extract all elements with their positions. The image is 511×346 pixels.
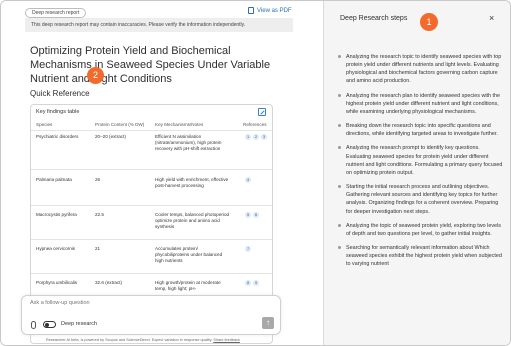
reference-link[interactable]: 4 [245,177,251,183]
bullet-icon [338,245,341,249]
cell-protein: 20–20 (extract) [95,134,126,139]
view-pdf-link[interactable]: View as PDF [248,7,292,14]
footer-text: Researcher AI beta, is powered by Scopus… [46,338,213,342]
reference-link[interactable]: 3 [261,134,267,140]
deep-research-label: Deep research [61,321,98,327]
disclaimer-banner: This deep research report may contain in… [25,18,293,32]
cell-protein: 32.6 (extract) [95,280,123,285]
cell-refs: 7 [245,246,272,252]
column-header-protein: Protein Content (% DW) [95,122,145,127]
cell-mechanism: High growth/protein at moderate temp, hi… [155,280,221,291]
header-divider [31,130,272,131]
follow-up-composer: Deep research ↑ [21,295,281,335]
arrow-up-icon: ↑ [266,318,270,327]
bullet-icon [338,223,341,227]
column-header-mechanisms: Key Mechanisms/Notes [155,122,204,127]
row-divider [31,239,272,240]
column-header-species: Species [36,122,53,127]
report-type-tag: Deep research report [25,8,87,18]
cell-refs: 8 9 [245,280,272,286]
deep-research-steps-panel: Deep Research steps 1 × Analyzing the re… [323,1,510,345]
reference-link[interactable]: 8 [245,280,251,286]
list-item: Analyzing the research plan to identify … [338,92,503,116]
annotation-badge-1: 1 [420,13,438,31]
reference-link[interactable]: 6 [253,212,259,218]
expand-icon[interactable] [258,108,266,116]
list-item: Starting the initial research process an… [338,183,503,216]
step-text: Analyzing the research topic to identify… [346,54,502,85]
cell-species: Hypnea cervicornis [36,246,76,251]
table-title: Key findings table [36,109,80,115]
bullet-icon [338,185,341,189]
paperclip-icon[interactable] [31,321,36,329]
annotation-badge-2: 2 [87,67,104,84]
cell-species: Porphyra umbilicalis [36,280,78,285]
cell-refs: 5 6 [245,212,272,218]
step-text: Analyzing the topic of seaweed protein y… [346,222,501,237]
bullet-icon [338,55,341,58]
cell-species: Macrocystis pyrifera [36,212,77,217]
cell-mechanism: High yield with enrichment, effective po… [155,177,229,188]
report-title: Optimizing Protein Yield and Biochemical… [30,45,271,85]
view-pdf-label: View as PDF [257,7,292,14]
list-item: Analyzing the research topic to identify… [338,53,503,86]
reference-link[interactable]: 9 [253,280,259,286]
cell-protein: 26 [95,177,101,182]
section-heading: Quick Reference [30,89,90,98]
close-icon[interactable]: × [489,13,494,23]
step-text: Breaking down the research topic into sp… [346,123,498,138]
bullet-icon [338,124,341,128]
reference-link[interactable]: 5 [245,212,251,218]
cell-mechanism: Efficient N assimilation (nitrate/ammoni… [155,134,222,151]
cell-protein: 21 [95,246,101,251]
steps-list: Analyzing the research topic to identify… [338,53,503,274]
list-item: Breaking down the research topic into sp… [338,122,503,138]
document-icon [248,7,254,14]
cell-mechanism: Cooler temps, balanced photoperiod optim… [155,212,230,229]
cell-species: Psychiatric disorders [36,134,79,139]
bullet-icon [338,93,341,97]
reference-link[interactable]: 1 [245,134,251,140]
list-item: Analyzing the topic of seaweed protein y… [338,222,503,238]
list-item: Analyzing the research prompt to identif… [338,144,503,177]
step-text: Analyzing the research prompt to identif… [346,145,503,176]
row-divider [31,205,272,206]
list-item: Searching for semantically relevant info… [338,244,503,268]
cell-mechanism: Accumulates protein/ phycobiliproteins u… [155,246,223,263]
step-text: Searching for semantically relevant info… [346,244,502,268]
cell-species: Palmaria palmata [36,177,72,182]
reference-link[interactable]: 7 [245,246,251,252]
deep-research-toggle[interactable] [43,321,56,328]
panel-title: Deep Research steps [340,15,408,22]
column-header-references: References [243,122,267,127]
cell-protein: 22.5 [95,212,104,217]
row-divider [31,169,272,170]
app-window: Deep research report View as PDF This de… [0,0,511,346]
report-pane: Deep research report View as PDF This de… [1,1,323,345]
step-text: Starting the initial research process an… [346,184,499,215]
row-divider [31,273,272,274]
step-text: Analyzing the research plan to identify … [346,92,501,115]
cell-refs: 4 [245,177,272,183]
footer-note: Researcher AI beta, is powered by Scopus… [46,338,240,342]
follow-up-input[interactable] [30,300,230,306]
cell-refs: 1 2 3 [245,134,272,140]
bullet-icon [338,146,341,150]
share-feedback-link[interactable]: Share feedback [213,338,240,342]
send-button[interactable]: ↑ [262,317,274,329]
reference-link[interactable]: 2 [253,134,259,140]
